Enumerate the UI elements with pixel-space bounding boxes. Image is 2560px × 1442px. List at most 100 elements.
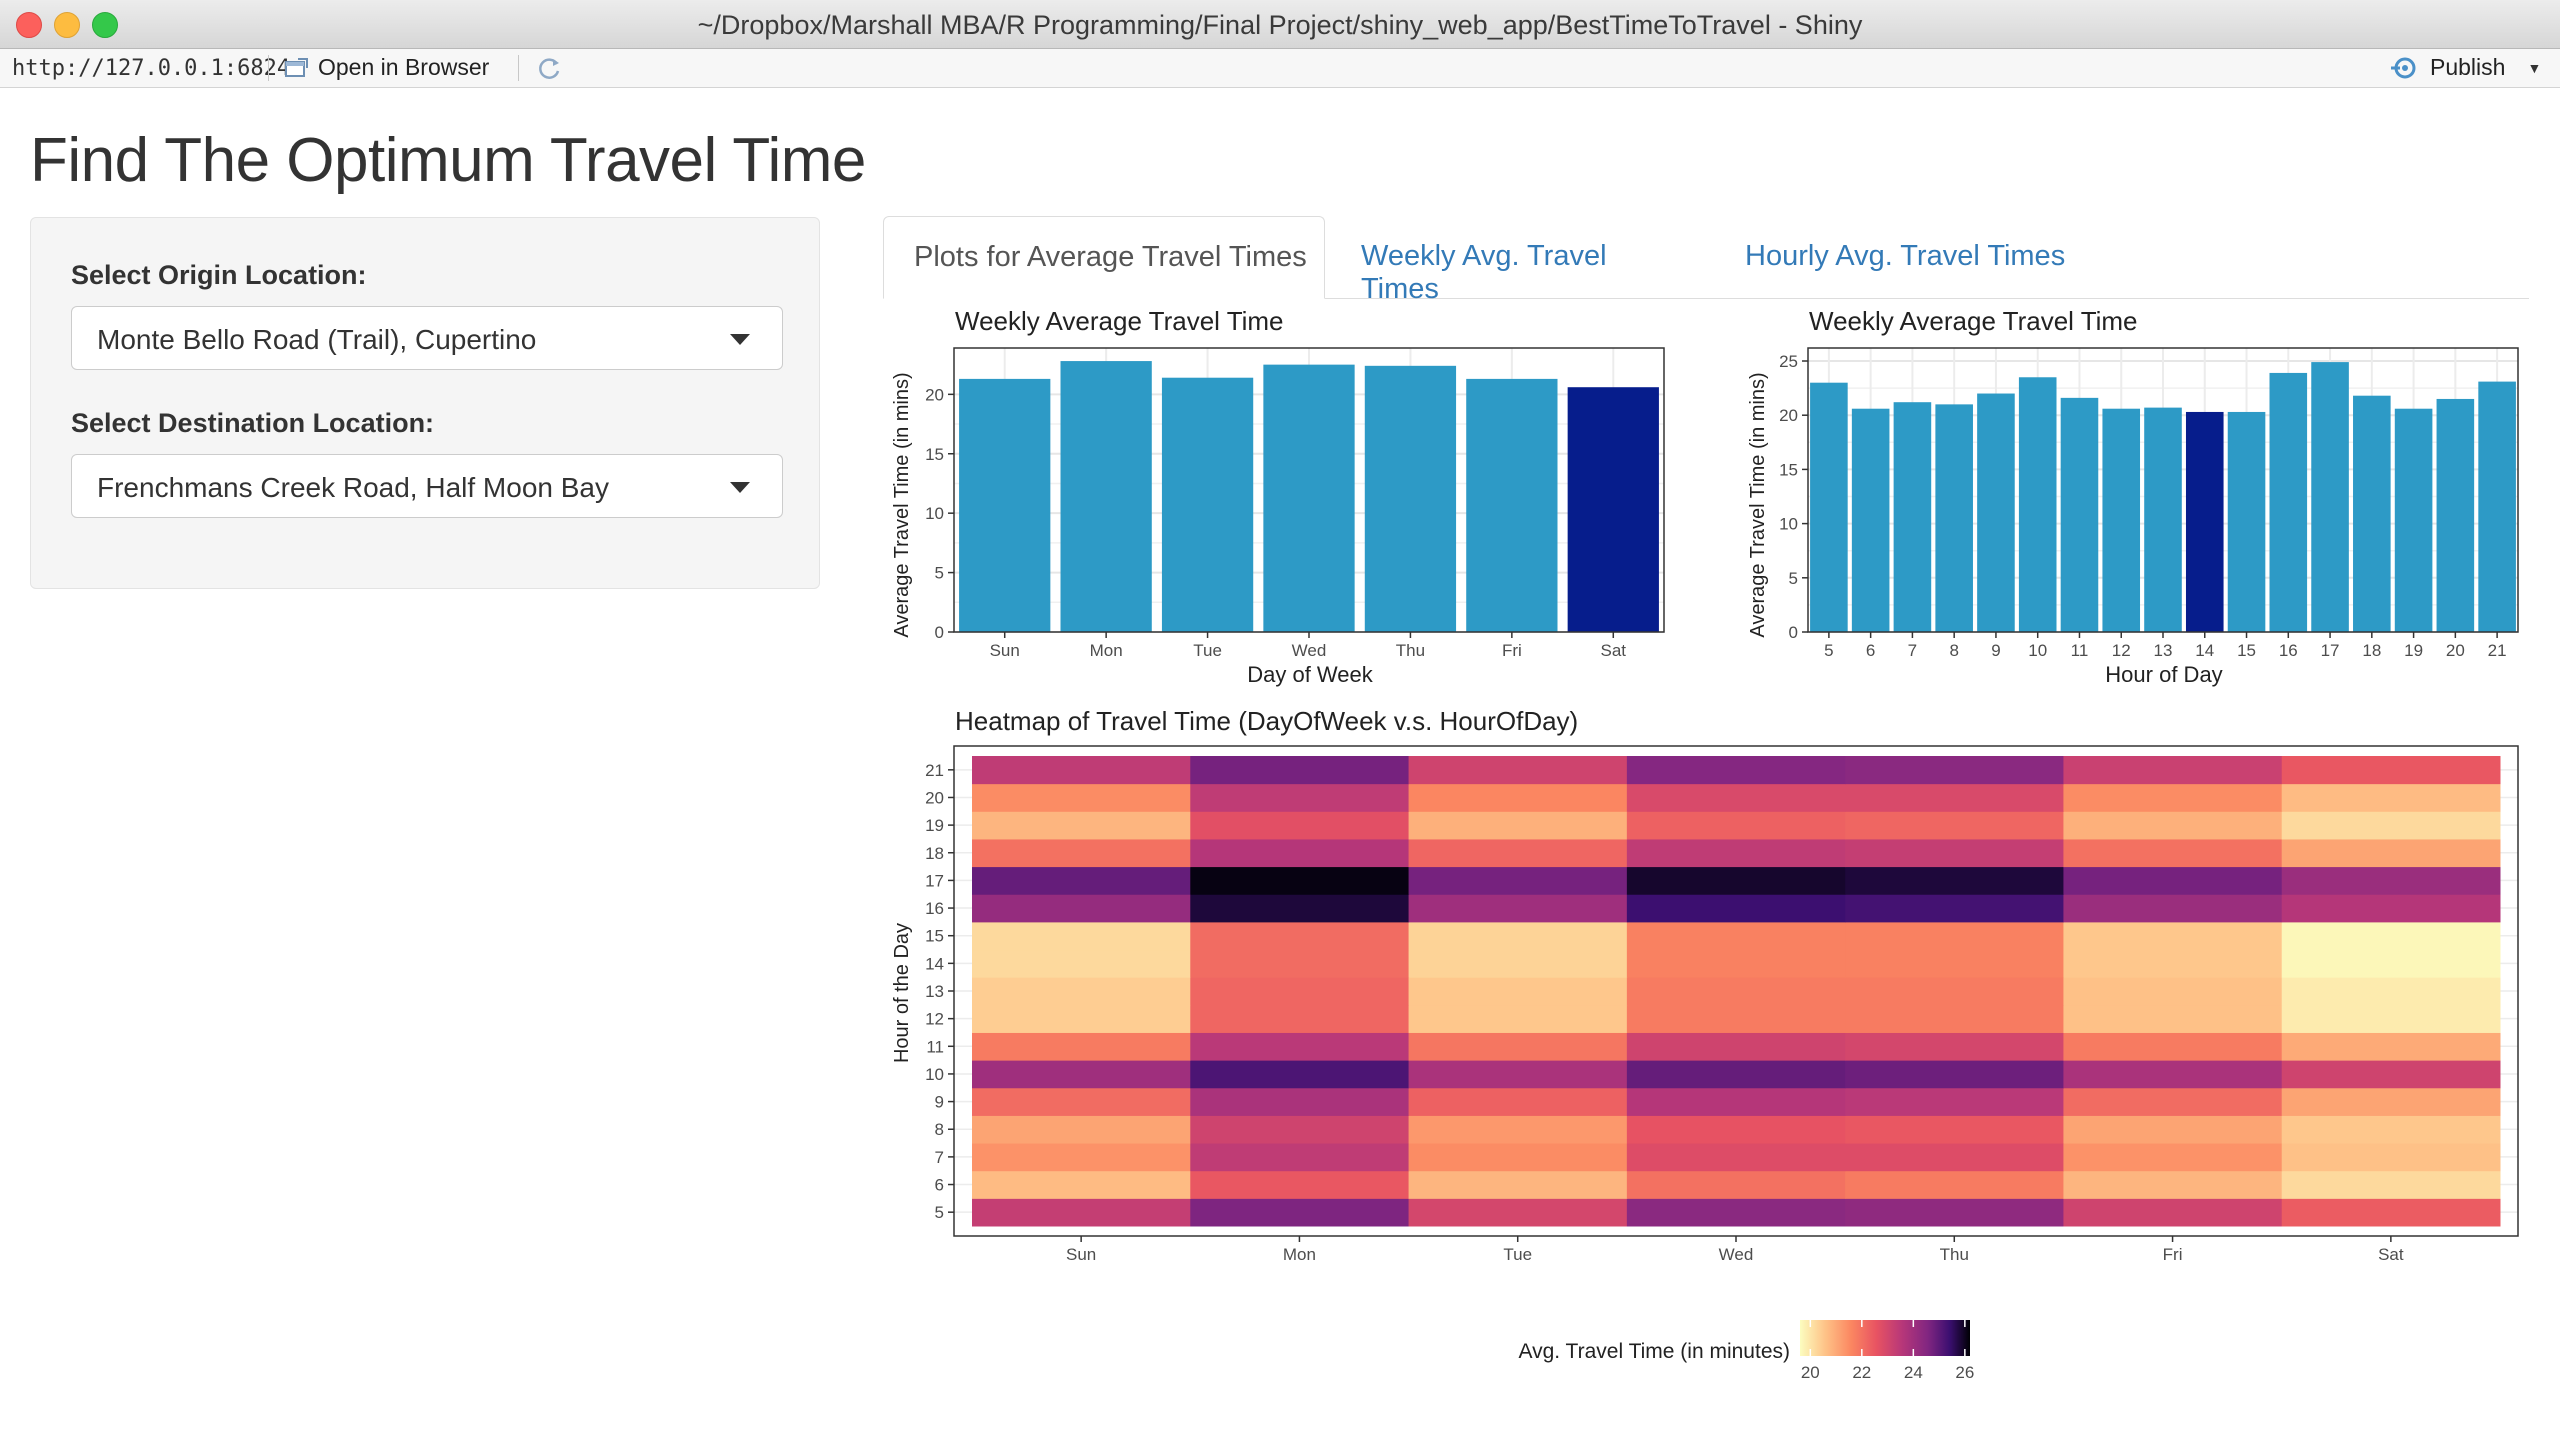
hourly-chart-x-tick-label: 5 [1824,641,1833,660]
heatmap-cell [1190,838,1410,868]
heatmap-cell [972,1060,1191,1089]
heatmap-cell [1190,1032,1410,1061]
heatmap-cell [2281,1087,2501,1116]
hourly-chart-y-tick-label: 20 [1779,406,1798,425]
destination-select[interactable]: Frenchmans Creek Road, Half Moon Bay [71,454,783,518]
heatmap-cell [1408,811,1628,840]
hourly-chart-x-tick-label: 9 [1991,641,2000,660]
heatmap-cell [1626,783,1846,812]
hourly-chart-bar [2436,398,2475,632]
heatmap-cell [1408,977,1628,1006]
heatmap-cell [1408,1087,1628,1116]
heatmap-cell [972,894,1191,923]
heatmap-cell [972,1198,1191,1227]
hourly-chart-x-tick-label: 19 [2404,641,2423,660]
heatmap-y-tick-label: 14 [925,954,944,973]
heatmap-cell [1626,756,1846,785]
url-display: http://127.0.0.1:6824 [12,56,291,81]
hourly-chart-x-tick-label: 12 [2112,641,2131,660]
weekly-chart-bar [1466,378,1558,632]
heatmap-cell [2281,1004,2501,1033]
heatmap-cell [1408,1115,1628,1144]
heatmap-cell [1408,949,1628,978]
tab-hourly-avg-travel-times[interactable]: Hourly Avg. Travel Times [1745,216,2075,298]
heatmap-y-tick-label: 15 [925,927,944,946]
refresh-icon[interactable] [534,53,564,83]
heatmap-cell [1408,1170,1628,1199]
heatmap-cell [2063,1087,2283,1116]
weekly-chart-bar [1263,364,1355,632]
sidebar-panel: Select Origin Location: Monte Bello Road… [30,217,820,589]
tab-plots-average-travel-times[interactable]: Plots for Average Travel Times [883,216,1325,299]
heatmap-cell [2281,783,2501,812]
heatmap-y-axis-label: Hour of the Day [891,923,913,1063]
hourly-chart-bar [2018,377,2057,632]
heatmap-cell [1845,756,2064,785]
heatmap-cell [1626,1032,1846,1061]
hourly-chart-x-tick-label: 18 [2362,641,2381,660]
weekly-chart-bar [1364,365,1457,632]
heatmap-cell [1408,1060,1628,1089]
weekly-chart-plot-panel [954,348,1664,632]
heatmap-cell [1626,811,1846,840]
hourly-chart-y-tick-label: 15 [1779,460,1798,479]
heatmap-x-tick-label: Sun [1066,1245,1096,1264]
heatmap-cell [2063,1115,2283,1144]
heatmap-panel-border [953,745,2519,1237]
heatmap-cell [1190,1170,1410,1199]
heatmap-cell [2281,1170,2501,1199]
hourly-chart-x-tick-label: 6 [1866,641,1875,660]
heatmap-cell [1408,1143,1628,1172]
weekly-chart-bar [1060,361,1152,632]
heatmap-cell [1190,1087,1410,1116]
heatmap-cell [972,1004,1191,1033]
heatmap-y-tick-label: 10 [925,1065,944,1084]
heatmap-cell [2063,1060,2283,1089]
weekly-chart-y-tick-label: 15 [925,445,944,464]
origin-select[interactable]: Monte Bello Road (Trail), Cupertino [71,306,783,370]
weekly-chart-y-axis-label: Average Travel Time (in mins) [891,372,913,637]
weekly-chart-x-axis-label: Day of Week [1247,662,1374,687]
heatmap-cell [1408,783,1628,812]
heatmap-cell [1626,977,1846,1006]
heatmap-cell [2063,894,2283,923]
tab-weekly-avg-travel-times[interactable]: Weekly Avg. Travel Times [1361,216,1691,305]
heatmap-cell [1190,949,1410,978]
chevron-down-icon[interactable]: ▼ [2527,60,2541,76]
weekly-chart-bar [959,378,1051,632]
heatmap-cell [1626,1143,1846,1172]
heatmap-cell [1626,894,1846,923]
weekly-chart-x-tick-label: Sat [1601,641,1627,660]
window-title: ~/Dropbox/Marshall MBA/R Programming/Fin… [697,10,1863,40]
publish-button[interactable]: Publish ▼ [2388,54,2541,81]
heatmap-cell [2063,1004,2283,1033]
heatmap-x-tick-label: Tue [1503,1245,1532,1264]
hourly-chart-bar [2227,411,2266,632]
heatmap-cell [1626,838,1846,868]
heatmap-y-tick-label: 5 [935,1203,944,1222]
weekly-chart-panel-border [953,347,1665,633]
hourly-chart-x-tick-label: 10 [2028,641,2047,660]
weekly-chart-title: Weekly Average Travel Time [955,306,1284,336]
hourly-chart-bar [2394,408,2433,632]
destination-select-value: Frenchmans Creek Road, Half Moon Bay [97,472,609,503]
open-in-browser-button[interactable]: Open in Browser [284,54,489,81]
hourly-chart-x-tick-label: 17 [2321,641,2340,660]
heatmap-y-tick-label: 19 [925,816,944,835]
hourly-chart-bar [2144,407,2182,632]
heatmap-cell [1845,894,2064,923]
heatmap-cell [1190,866,1410,895]
heatmap-y-tick-label: 17 [925,871,944,890]
heatmap-cell [1190,756,1410,785]
tab-bar: Plots for Average Travel Times Weekly Av… [883,216,2529,305]
heatmap-cell [2281,811,2501,840]
heatmap-cell [2063,977,2283,1006]
heatmap-cell [2281,949,2501,978]
heatmap-cell [1190,811,1410,840]
heatmap-cell [1845,949,2064,978]
heatmap-x-tick-label: Mon [1283,1245,1316,1264]
heatmap-x-tick-label: Wed [1719,1245,1754,1264]
heatmap-cell [972,1032,1191,1061]
heatmap-cell [1626,921,1846,951]
heatmap-cell [1845,1060,2064,1089]
